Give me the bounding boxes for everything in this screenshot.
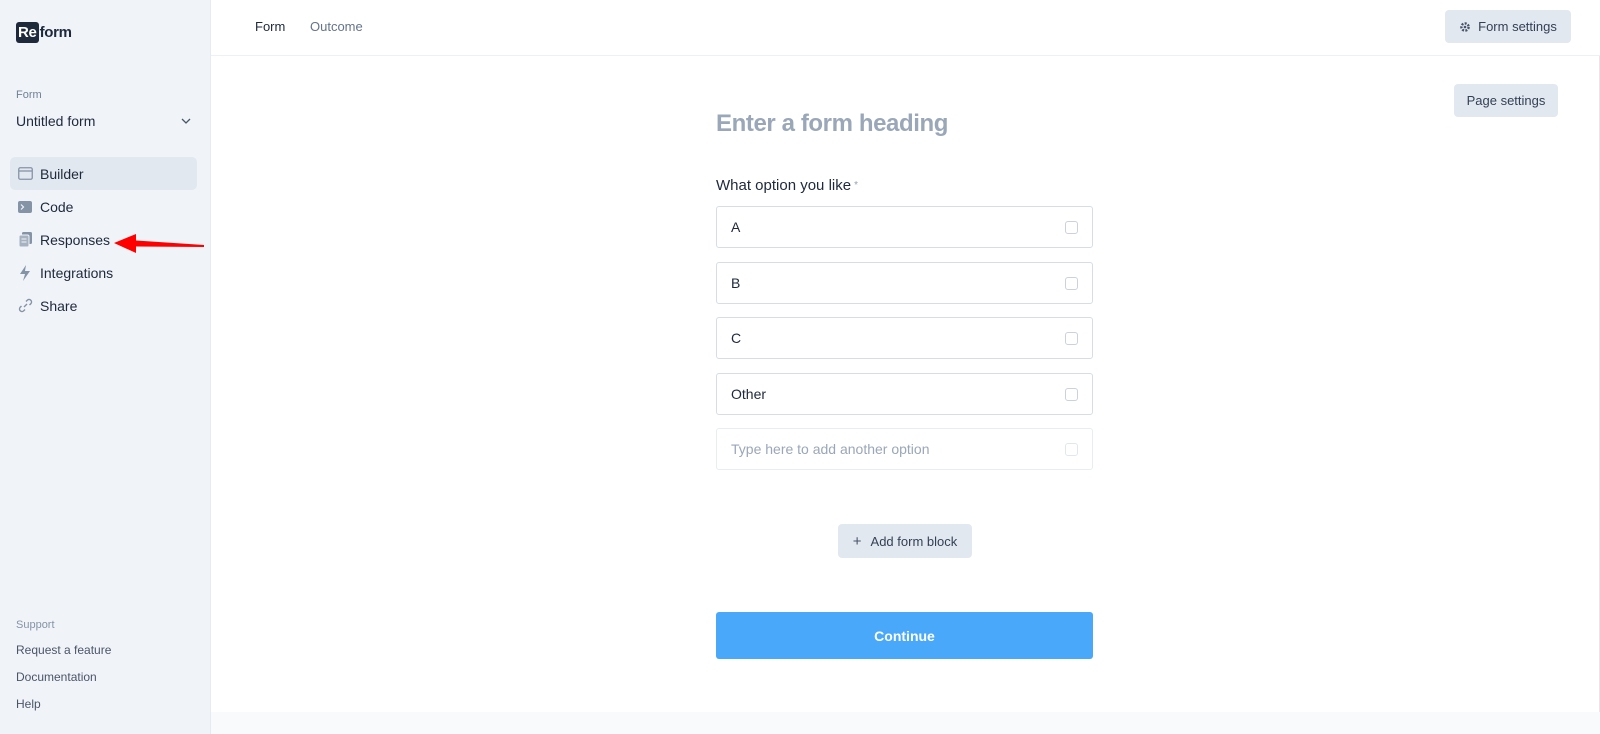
option-checkbox[interactable] (1065, 277, 1078, 290)
add-option-placeholder: Type here to add another option (731, 441, 930, 457)
sidebar-item-label: Code (40, 198, 74, 215)
help-link[interactable]: Help (16, 697, 41, 711)
documentation-link[interactable]: Documentation (16, 670, 97, 684)
form-selector[interactable]: Untitled form (16, 110, 192, 132)
annotation-arrow-icon (114, 234, 204, 253)
option-other[interactable]: Other (716, 373, 1093, 415)
page-settings-button[interactable]: Page settings (1454, 84, 1558, 117)
clipboard-icon (17, 232, 33, 248)
option-checkbox (1065, 443, 1078, 456)
option-label: B (731, 275, 741, 291)
canvas-footer-strip (211, 712, 1600, 734)
request-feature-link[interactable]: Request a feature (16, 643, 111, 657)
plus-icon: + (852, 532, 862, 550)
top-bar: Form Outcome Form settings (211, 0, 1600, 56)
browser-window-icon (17, 166, 33, 182)
form-settings-label: Form settings (1478, 19, 1557, 34)
tab-form[interactable]: Form (255, 19, 285, 34)
sidebar-item-label: Integrations (40, 264, 114, 281)
continue-button[interactable]: Continue (716, 612, 1093, 659)
sidebar-item-label: Share (40, 297, 78, 314)
add-option-input[interactable]: Type here to add another option (716, 428, 1093, 470)
form-heading-input[interactable]: Enter a form heading (716, 110, 948, 138)
add-form-block-label: Add form block (870, 533, 958, 549)
link-icon (17, 298, 33, 314)
option-checkbox[interactable] (1065, 332, 1078, 345)
sidebar-item-integrations[interactable]: Integrations (10, 256, 197, 289)
gear-icon (1459, 21, 1471, 33)
form-name: Untitled form (16, 113, 96, 129)
option-label: C (731, 330, 742, 346)
sidebar-item-label: Builder (40, 165, 84, 182)
chevron-down-icon (180, 115, 192, 127)
option-checkbox[interactable] (1065, 388, 1078, 401)
terminal-icon (17, 199, 33, 215)
tab-outcome[interactable]: Outcome (310, 19, 363, 34)
form-settings-button[interactable]: Form settings (1445, 10, 1571, 43)
sidebar-item-share[interactable]: Share (10, 289, 197, 322)
lightning-icon (17, 264, 33, 281)
sidebar-item-code[interactable]: Code (10, 190, 197, 223)
form-label: Form (16, 89, 42, 101)
sidebar: Re form Form Untitled form Builder Code … (0, 0, 211, 734)
support-label: Support (16, 619, 55, 631)
question-text: What option you like (716, 177, 852, 194)
add-form-block-button[interactable]: + Add form block (838, 524, 972, 558)
reform-logo[interactable]: Re form (16, 22, 72, 43)
option-label: Other (731, 386, 767, 402)
question-label[interactable]: What option you like * (716, 177, 858, 194)
logo-suffix: form (39, 24, 72, 41)
option-a[interactable]: A (716, 206, 1093, 248)
sidebar-item-builder[interactable]: Builder (10, 157, 197, 190)
logo-prefix: Re (16, 22, 39, 43)
required-marker: * (854, 180, 858, 191)
option-c[interactable]: C (716, 317, 1093, 359)
option-checkbox[interactable] (1065, 221, 1078, 234)
option-label: A (731, 219, 741, 235)
option-b[interactable]: B (716, 262, 1093, 304)
sidebar-item-label: Responses (40, 231, 111, 248)
